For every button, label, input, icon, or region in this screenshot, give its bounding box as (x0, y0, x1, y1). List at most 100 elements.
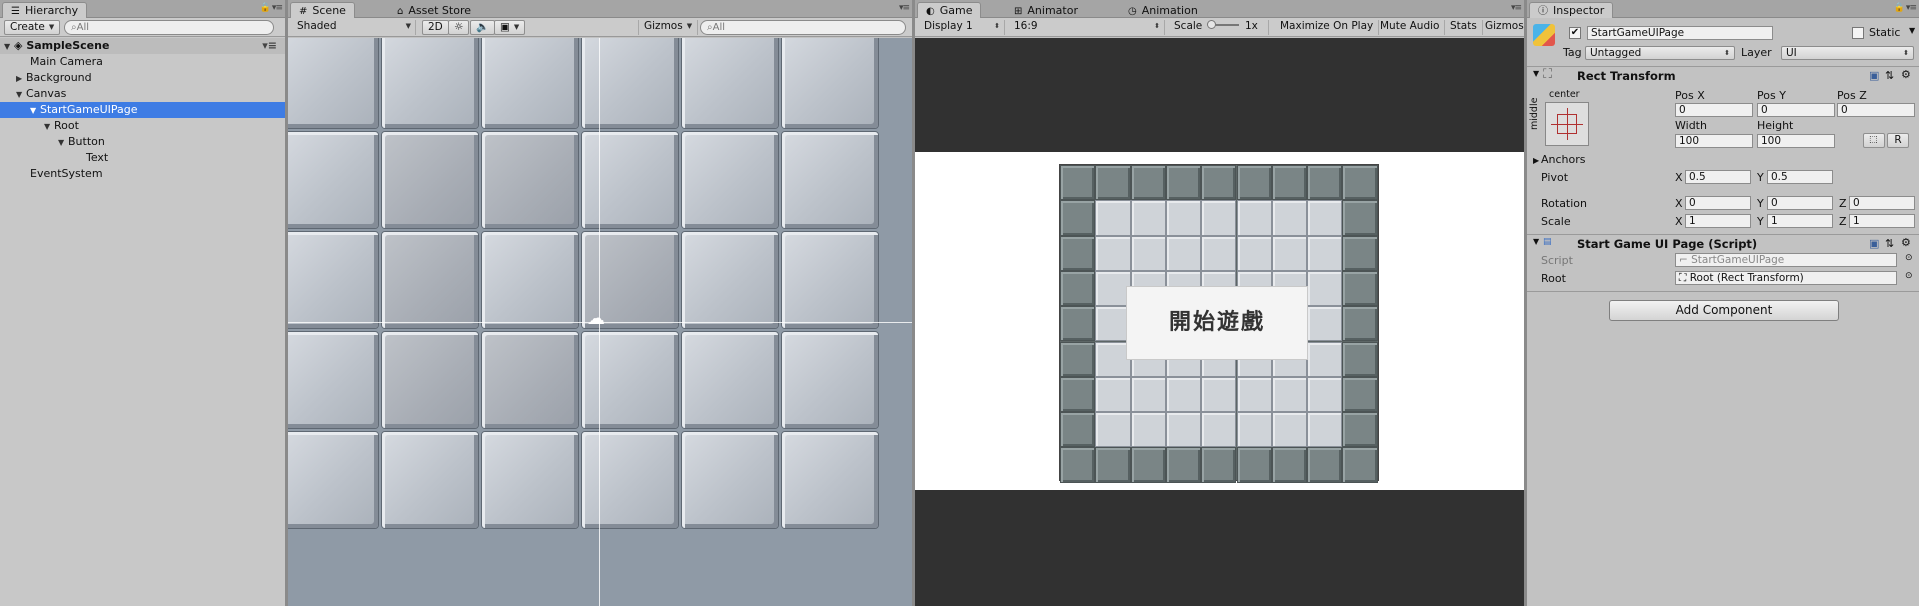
pos-x-field[interactable]: 0 (1675, 103, 1753, 117)
scene-toolbar: Shaded ▼ 2D ☼ 🔈 ▣ ▼ Gizmos ▼ ⌕All (288, 18, 912, 37)
stats-toggle[interactable]: Stats (1445, 20, 1483, 35)
list-item[interactable]: Main Camera (0, 54, 285, 70)
slider-thumb[interactable] (1206, 20, 1216, 29)
layer-dropdown[interactable]: UI ⬍ (1781, 46, 1914, 60)
floor-tile (1307, 376, 1343, 413)
tab-hierarchy[interactable]: ☰ Hierarchy (2, 2, 88, 18)
lighting-toggle-icon[interactable]: ☼ (448, 20, 470, 35)
rect-transform-header[interactable]: ▼ ⛶ Rect Transform ▣ ⇅ ⚙ (1527, 66, 1919, 84)
gear-icon[interactable]: ⚙ (1901, 68, 1911, 81)
blueprint-mode-button[interactable]: ⬚ (1863, 133, 1885, 148)
game-viewport[interactable]: 開始遊戲 (915, 38, 1524, 606)
tab-menu-icon[interactable]: ▾≡ (899, 3, 910, 13)
list-item[interactable]: Text (0, 150, 285, 166)
tab-asset-store[interactable]: ⌂ Asset Store (388, 2, 480, 18)
wall-tile (1060, 341, 1096, 377)
maximize-on-play-toggle[interactable]: Maximize On Play (1275, 20, 1380, 35)
aspect-dropdown[interactable]: 16:9 ⬍ (1009, 20, 1165, 35)
tab-animator[interactable]: ⊞ Animator (1005, 2, 1087, 18)
gizmos-dropdown[interactable]: Gizmos ▼ (638, 20, 699, 35)
tab-animation[interactable]: ◷ Animation (1119, 2, 1207, 18)
scene-root-item[interactable]: ▼ ◈ SampleScene ▾≡ (0, 38, 285, 54)
gameobject-cube-icon (1533, 24, 1555, 46)
lock-menu-icon[interactable]: 🔒 ▾≡ (260, 3, 283, 13)
rot-z-field[interactable]: 0 (1849, 196, 1915, 210)
preset-icon[interactable]: ⇅ (1885, 237, 1894, 250)
active-checkbox[interactable]: ✔ (1569, 27, 1581, 39)
wall-tile (1307, 165, 1343, 201)
wall-tile (1271, 165, 1308, 201)
list-item[interactable]: ▼ Button (0, 134, 285, 150)
gear-icon[interactable]: ⚙ (1901, 236, 1911, 249)
foldout-arrow-icon[interactable]: ▼ (1533, 69, 1539, 78)
list-item[interactable]: ▶ Background (0, 70, 285, 86)
anchors-foldout-icon[interactable]: ▶ (1533, 156, 1539, 165)
static-checkbox[interactable] (1852, 27, 1864, 39)
root-field[interactable]: ⛶ Root (Rect Transform) (1675, 271, 1897, 285)
scale-y-field[interactable]: 1 (1767, 214, 1833, 228)
scene-tile (482, 38, 578, 128)
pivot-x-field[interactable]: 0.5 (1685, 170, 1751, 184)
add-component-button[interactable]: Add Component (1609, 300, 1839, 321)
create-button[interactable]: Create ▼ (4, 20, 61, 35)
mute-audio-toggle[interactable]: Mute Audio (1375, 20, 1446, 35)
object-picker-icon[interactable]: ⊙ (1905, 271, 1913, 281)
script-component-header[interactable]: ▼ ▤ Start Game UI Page (Script) ▣ ⇅ ⚙ (1527, 234, 1919, 252)
scale-z-field[interactable]: 1 (1849, 214, 1915, 228)
expand-arrow-icon[interactable]: ▼ (16, 87, 26, 103)
tag-dropdown[interactable]: Untagged ⬍ (1585, 46, 1735, 60)
wall-tile (1342, 412, 1378, 448)
audio-toggle-icon[interactable]: 🔈 (470, 20, 496, 35)
scene-search-input[interactable]: ⌕All (700, 20, 906, 35)
list-item[interactable]: EventSystem (0, 166, 285, 182)
tab-menu-icon[interactable]: ▾≡ (1511, 3, 1522, 13)
pos-y-field[interactable]: 0 (1757, 103, 1835, 117)
tab-inspector[interactable]: ⓘ Inspector (1529, 2, 1614, 18)
script-enabled-checkbox[interactable]: ▤ (1543, 237, 1552, 247)
foldout-arrow-icon[interactable]: ▼ (1533, 237, 1539, 246)
layer-label: Layer (1741, 46, 1772, 59)
hierarchy-search-input[interactable]: ⌕All (64, 20, 274, 35)
expand-arrow-icon[interactable]: ▼ (4, 39, 14, 55)
floor-tile (1130, 200, 1166, 236)
height-field[interactable]: 100 (1757, 134, 1835, 148)
expand-arrow-icon[interactable]: ▼ (30, 103, 40, 119)
anchors-label[interactable]: Anchors (1541, 153, 1586, 166)
expand-arrow-icon[interactable]: ▼ (58, 135, 68, 151)
start-game-button[interactable]: 開始遊戲 (1126, 286, 1308, 360)
gizmos-toggle[interactable]: Gizmos (1480, 20, 1524, 35)
display-dropdown[interactable]: Display 1 ⬍ (919, 20, 1005, 35)
rot-x-field[interactable]: 0 (1685, 196, 1751, 210)
object-name-field[interactable]: StartGameUIPage (1587, 26, 1773, 40)
rot-y-field[interactable]: 0 (1767, 196, 1833, 210)
expand-arrow-icon[interactable]: ▼ (44, 119, 54, 135)
slider-track[interactable] (1206, 20, 1239, 29)
scene-viewport[interactable]: ☁ (288, 38, 912, 606)
collapsed-arrow-icon[interactable]: ▶ (16, 71, 26, 87)
preset-icon[interactable]: ⇅ (1885, 69, 1894, 82)
static-dropdown-icon[interactable]: ▼ (1909, 26, 1915, 35)
width-field[interactable]: 100 (1675, 134, 1753, 148)
mode-2d-toggle[interactable]: 2D (422, 20, 449, 35)
list-item[interactable]: ▼ Root (0, 118, 285, 134)
list-item-selected[interactable]: ▼ StartGameUIPage (0, 102, 285, 118)
raw-edit-button[interactable]: R (1887, 133, 1909, 148)
tab-game[interactable]: ◐ Game (917, 2, 982, 18)
help-icon[interactable]: ▣ (1869, 69, 1879, 82)
anchor-preset-button[interactable] (1545, 102, 1589, 146)
object-picker-icon[interactable]: ⊙ (1905, 253, 1913, 263)
camera-gizmo-icon[interactable]: ☁ (587, 310, 611, 328)
wall-tile (1060, 412, 1096, 448)
pivot-y-field[interactable]: 0.5 (1767, 170, 1833, 184)
list-item[interactable]: ▼ Canvas (0, 86, 285, 102)
scene-tile (482, 432, 578, 528)
help-icon[interactable]: ▣ (1869, 237, 1879, 250)
shading-mode-dropdown[interactable]: Shaded ▼ (292, 20, 416, 35)
scene-menu-icon[interactable]: ▾≡ (262, 38, 277, 54)
scale-slider[interactable]: Scale 1x (1169, 20, 1269, 35)
tab-scene[interactable]: # Scene (290, 2, 355, 18)
scale-x-field[interactable]: 1 (1685, 214, 1751, 228)
pos-z-field[interactable]: 0 (1837, 103, 1915, 117)
lock-menu-icon[interactable]: 🔒 ▾≡ (1894, 3, 1917, 13)
effects-toggle-icon[interactable]: ▣ ▼ (494, 20, 526, 35)
